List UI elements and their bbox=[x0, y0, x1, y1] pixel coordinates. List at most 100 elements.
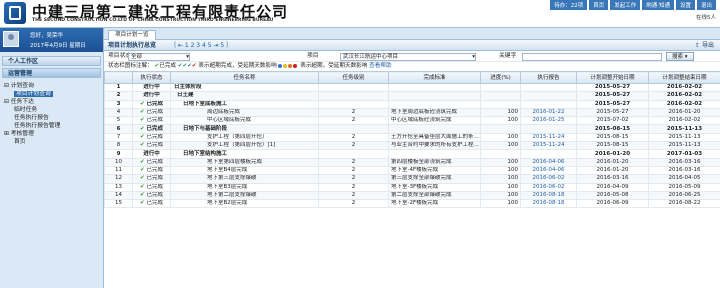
table-row[interactable]: 15 ✔ 已完成 地下室B2层完成 2 地下室-2F楼板完成 100 2016-08-18 2… bbox=[104, 199, 720, 209]
column-header[interactable] bbox=[104, 71, 133, 84]
row-number: 1 bbox=[104, 82, 133, 93]
report-date[interactable]: 2015-11-24 bbox=[520, 132, 577, 143]
tree-task-report-manage[interactable]: 任务执行报告管理 bbox=[4, 122, 103, 130]
report-date[interactable]: 2016-04-06 bbox=[520, 165, 577, 176]
progress: 100 bbox=[480, 116, 521, 126]
adjusted-start-date: 2015-05-27 bbox=[576, 99, 649, 109]
task-name: 地下室B2层完成 bbox=[170, 199, 319, 209]
task-level bbox=[318, 91, 389, 101]
progress: 100 bbox=[480, 132, 521, 143]
check-icon: ✔ bbox=[139, 109, 147, 116]
table-row[interactable]: 13 ✔ 已完成 地下室B3层完成 2 地下室-3F楼板完成 100 2016-06-02 2… bbox=[104, 182, 720, 192]
completion-standard: 第四层楼板全部浇筑完成 bbox=[388, 157, 481, 167]
column-header[interactable]: 执行报告 bbox=[520, 71, 577, 84]
report-date[interactable]: 2016-01-25 bbox=[520, 116, 577, 126]
status-select[interactable]: 全部 ▾ bbox=[128, 53, 190, 61]
completion-standard: 第三层支撑全部爆破完成 bbox=[388, 174, 481, 184]
online-count: 在线5人 bbox=[696, 15, 716, 21]
check-icon: ✔ bbox=[139, 117, 147, 124]
table-row[interactable]: 4 ✔ 已完成 周边底板完成 2 地下室周边底板砼浇筑完成 100 2016-01-22 20… bbox=[104, 107, 720, 118]
progress: 100 bbox=[480, 190, 521, 201]
column-header[interactable]: 完成标准 bbox=[388, 71, 481, 84]
table-row[interactable]: 6 ✔ 已完成 日地下与基础阶段 2015-08-15 2015-11-13 bbox=[104, 124, 720, 134]
help-link[interactable]: 查看帮助 bbox=[369, 63, 391, 69]
table-row[interactable]: 5 ✔ 已完成 中心区域底板完成 2 中心区域底板砼浇筑完成 100 2016-01-25 2… bbox=[104, 116, 720, 126]
report-date[interactable]: 2016-06-02 bbox=[520, 174, 577, 184]
table-row[interactable]: 1 进行中 日主体阶段 2015-05-27 2016-02-02 bbox=[104, 82, 720, 93]
panel-operations[interactable]: 运营管理 bbox=[2, 68, 101, 78]
table-row[interactable]: 12 ✔ 已完成 地下第三层支撑爆破 2 第三层支撑全部爆破完成 100 2016-06-0… bbox=[104, 174, 720, 184]
task-name: 日地下与基础阶段 bbox=[170, 124, 319, 134]
task-level: 2 bbox=[318, 132, 389, 143]
report-date[interactable]: 2016-08-18 bbox=[520, 199, 577, 209]
table-row[interactable]: 14 ✔ 已完成 地下第二层支撑爆破 2 第二层支撑全部爆破完成 100 2016-08-1… bbox=[104, 190, 720, 201]
row-number: 13 bbox=[104, 182, 133, 192]
completion-standard bbox=[388, 91, 481, 101]
column-header[interactable]: 任务名称 bbox=[170, 71, 319, 84]
row-number: 12 bbox=[104, 174, 133, 184]
completion-standard bbox=[388, 124, 481, 134]
task-level bbox=[318, 99, 389, 109]
progress: 100 bbox=[480, 157, 521, 167]
column-header[interactable]: 执行状态 bbox=[132, 71, 171, 84]
logout-link[interactable]: 退出 bbox=[696, 0, 716, 10]
row-number: 10 bbox=[104, 157, 133, 167]
adjusted-end-date: 2016-01-20 bbox=[648, 107, 720, 118]
notify-link[interactable]: 刷通·知通 bbox=[642, 0, 674, 10]
column-header[interactable]: 计划调整结束日期 bbox=[648, 71, 720, 84]
pager[interactable]: ｛ ⇤ 1 2 3 4 5 ⇥ 5 ｝ bbox=[170, 40, 232, 51]
status-cell: 进行中 bbox=[132, 91, 171, 101]
column-header[interactable]: 任务级别 bbox=[318, 71, 389, 84]
table-row[interactable]: 2 进行中 日土建 2015-05-27 2016-02-02 bbox=[104, 91, 720, 101]
adjusted-end-date: 2016-02-02 bbox=[648, 116, 720, 126]
table-row[interactable]: 7 ✔ 已完成 支护工程（第四层开挖） 2 土方开挖至具备垫层大面施工的条... 100 2… bbox=[104, 132, 720, 143]
check-icon: ✔ bbox=[139, 200, 147, 207]
table-row[interactable]: 10 ✔ 已完成 地下室第四层楼板完成 2 第四层楼板全部浇筑完成 100 2016-04-… bbox=[104, 157, 720, 167]
tree-task-assign[interactable]: ⊟ 任务下达 bbox=[4, 98, 103, 106]
report-date[interactable]: 2016-01-22 bbox=[520, 107, 577, 118]
task-level bbox=[318, 82, 389, 93]
tree-plan-query[interactable]: ⊟ 计划查询 bbox=[4, 82, 103, 90]
adjusted-end-date: 2016-02-02 bbox=[648, 99, 720, 109]
check-icon: ✔ bbox=[139, 100, 147, 107]
start-work-link[interactable]: 发起工作 bbox=[610, 0, 641, 10]
table-row[interactable]: 11 ✔ 已完成 地下室B4层完成 2 地下室-4F楼板完成 100 2016-04-06 2… bbox=[104, 165, 720, 176]
row-number: 9 bbox=[104, 149, 133, 159]
report-date[interactable]: 2015-11-24 bbox=[520, 141, 577, 151]
table-row[interactable]: 8 ✔ 已完成 支护工程（第四层开挖）[1] 2 与业主合约中要求的所有支护工程... 1… bbox=[104, 141, 720, 151]
plan-table: 执行状态 任务名称 任务级别 完成标准 进度(%) 执行报告 计划调整开始日期 计划调整结束日… bbox=[104, 71, 720, 209]
task-level: 2 bbox=[318, 199, 389, 209]
project-select[interactable]: 武汉长江航运中心项目 ▾ bbox=[340, 53, 476, 61]
export-button[interactable]: ⇪ 导出 bbox=[695, 40, 714, 51]
report-date[interactable]: 2016-04-06 bbox=[520, 157, 577, 167]
tree-assessment[interactable]: ⊞ 考核管理 bbox=[4, 130, 103, 138]
adjusted-start-date: 2016-04-09 bbox=[576, 182, 649, 192]
search-button[interactable]: 搜索 ▾ bbox=[666, 52, 694, 61]
table-row[interactable]: 9 进行中 日地下室结构施工 2016-01-20 2017-01-03 bbox=[104, 149, 720, 159]
table-header: 执行状态 任务名称 任务级别 完成标准 进度(%) 执行报告 计划调整开始日期 计划调整结束日… bbox=[104, 71, 720, 84]
report-date[interactable]: 2016-08-18 bbox=[520, 190, 577, 201]
table-row[interactable]: 3 ✔ 已完成 日地下室底板施工 2015-05-27 2016-02-02 bbox=[104, 99, 720, 109]
check-icon: ✔ bbox=[139, 175, 147, 182]
adjusted-start-date: 2016-01-20 bbox=[576, 149, 649, 159]
tab-strip: 项目计划一览 bbox=[104, 28, 720, 40]
completion-standard bbox=[388, 149, 481, 159]
column-header[interactable]: 计划调整开始日期 bbox=[576, 71, 649, 84]
tree-task-report[interactable]: 任务执行报告 bbox=[4, 114, 103, 122]
report-date[interactable]: 2016-06-02 bbox=[520, 182, 577, 192]
settings-link[interactable]: 设置 bbox=[675, 0, 695, 10]
completion-standard: 地下室周边底板砼浇筑完成 bbox=[388, 107, 481, 118]
todo-link[interactable]: 待办：22项 bbox=[550, 0, 588, 10]
panel-personal-workspace[interactable]: 个人工作区 bbox=[2, 56, 101, 66]
task-name: 支护工程（第四层开挖） bbox=[170, 132, 319, 143]
tree-home[interactable]: 首页 bbox=[4, 138, 103, 146]
tree-temp-task[interactable]: 临时任务 bbox=[4, 106, 103, 114]
progress bbox=[480, 99, 521, 109]
column-header[interactable]: 进度(%) bbox=[480, 71, 521, 84]
task-level: 2 bbox=[318, 190, 389, 201]
tree-project-plan-query[interactable]: 项目计划查询 bbox=[4, 90, 103, 98]
status-cell: ✔ 已完成 bbox=[132, 124, 171, 134]
tab-project-plan[interactable]: 项目计划一览 bbox=[108, 30, 156, 40]
keyword-input[interactable] bbox=[522, 53, 662, 61]
home-link[interactable]: 首页 bbox=[589, 0, 609, 10]
